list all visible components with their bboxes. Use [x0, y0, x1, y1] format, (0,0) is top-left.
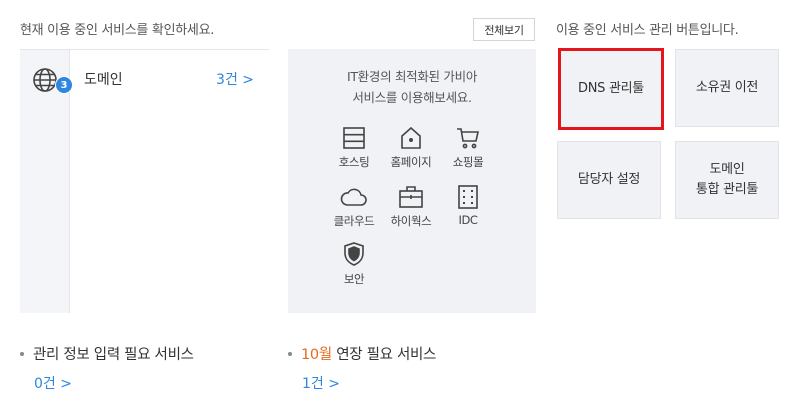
cart-icon — [457, 128, 479, 149]
renewal-required-label: 연장 필요 서비스 — [331, 347, 437, 363]
service-domain-count-link[interactable]: 3건 > — [216, 69, 254, 89]
recommend-hiworks[interactable]: 하이웍스 — [381, 185, 441, 229]
info-required-heading: 관리 정보 입력 필요 서비스 — [20, 343, 194, 364]
recommend-homepage[interactable]: 홈페이지 — [381, 126, 441, 170]
renewal-required-count-link[interactable]: 1건 > — [302, 373, 340, 393]
current-services-intro: 현재 이용 중인 서비스를 확인하세요. — [20, 23, 215, 38]
recommend-text: IT환경의 최적화된 가비아 서비스를 이용해보세요. — [288, 66, 536, 108]
service-icon-column: 3 — [20, 50, 73, 313]
recommend-services-panel: IT환경의 최적화된 가비아 서비스를 이용해보세요. 호스팅 홈페이지 쇼핑몰… — [288, 49, 536, 313]
domain-integrated-line-1: 도메인 — [709, 162, 745, 177]
recommend-hiworks-label: 하이웍스 — [390, 214, 432, 228]
manage-buttons-title: 이용 중인 서비스 관리 버튼입니다. — [556, 23, 739, 38]
globe-icon: 3 — [32, 67, 73, 94]
current-services-panel: 3 도메인 3건 > — [20, 49, 269, 313]
bullet-dot — [20, 351, 24, 356]
bullet-dot — [288, 351, 292, 356]
renewal-required-heading: 10월 연장 필요 서비스 — [288, 343, 436, 364]
recommend-hosting[interactable]: 호스팅 — [324, 126, 384, 170]
recommend-homepage-label: 홈페이지 — [390, 155, 432, 169]
cloud-icon — [340, 188, 367, 206]
idc-building-icon — [458, 185, 478, 209]
recommend-shopping-label: 쇼핑몰 — [452, 155, 484, 169]
shield-icon — [344, 242, 364, 266]
recommend-shopping[interactable]: 쇼핑몰 — [438, 126, 498, 170]
contact-settings-button[interactable]: 담당자 설정 — [557, 141, 661, 219]
recommend-cloud[interactable]: 클라우드 — [324, 185, 384, 229]
info-required-label: 관리 정보 입력 필요 서비스 — [33, 347, 194, 363]
domain-integrated-manager-label: 도메인 통합 관리툴 — [696, 160, 758, 200]
recommend-security-label: 보안 — [343, 272, 365, 286]
ownership-transfer-label: 소유권 이전 — [695, 80, 759, 95]
recommend-hosting-label: 호스팅 — [338, 155, 370, 169]
service-domain-label[interactable]: 도메인 — [84, 69, 123, 89]
server-icon — [343, 127, 365, 149]
recommend-line-1: IT환경의 최적화된 가비아 — [346, 69, 478, 84]
ownership-transfer-button[interactable]: 소유권 이전 — [675, 49, 779, 127]
dns-manager-button[interactable]: DNS 관리툴 — [558, 48, 664, 130]
domain-integrated-manager-button[interactable]: 도메인 통합 관리툴 — [675, 141, 779, 219]
domain-integrated-line-2: 통합 관리툴 — [695, 182, 759, 197]
view-all-button[interactable]: 전체보기 — [473, 18, 535, 41]
info-required-count-link[interactable]: 0건 > — [34, 373, 72, 393]
recommend-idc[interactable]: IDC — [438, 185, 498, 227]
recommend-security[interactable]: 보안 — [324, 241, 384, 287]
dns-manager-label: DNS 관리툴 — [578, 81, 644, 96]
recommend-cloud-label: 클라우드 — [333, 214, 375, 228]
briefcase-icon — [399, 186, 423, 208]
contact-settings-label: 담당자 설정 — [577, 172, 641, 187]
home-icon — [401, 126, 421, 149]
recommend-idc-label: IDC — [458, 213, 478, 227]
renewal-month: 10월 — [301, 347, 332, 363]
service-count-badge: 3 — [55, 76, 73, 94]
recommend-line-2: 서비스를 이용해보세요. — [352, 90, 472, 105]
